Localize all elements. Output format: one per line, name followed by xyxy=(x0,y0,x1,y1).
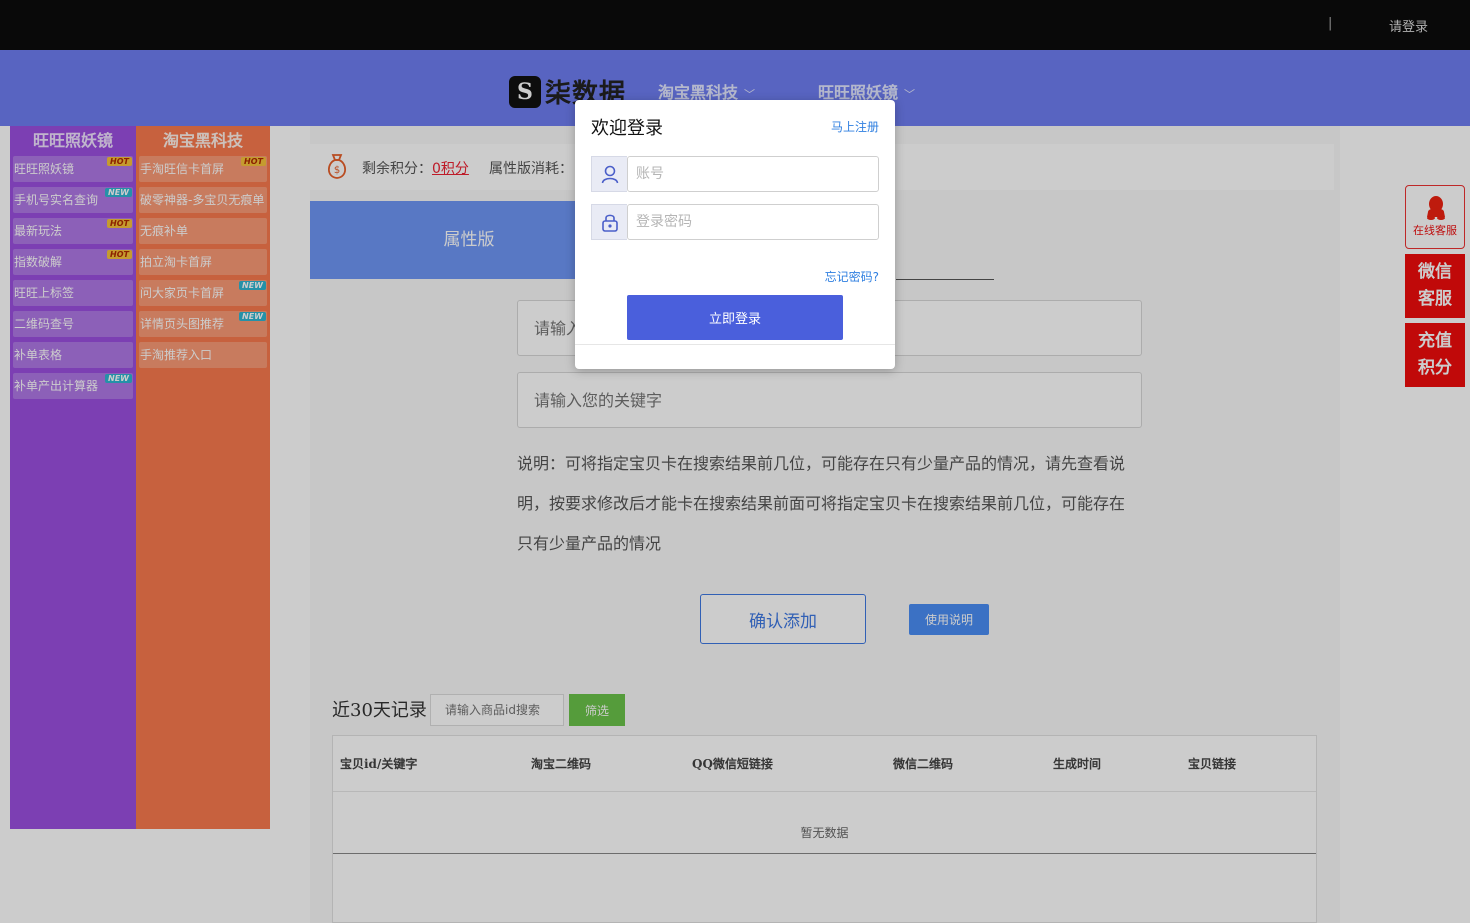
lock-icon xyxy=(591,204,627,240)
register-link[interactable]: 马上注册 xyxy=(831,118,879,135)
modal-title: 欢迎登录 xyxy=(591,118,663,139)
user-icon xyxy=(591,156,627,192)
password-row xyxy=(591,204,879,240)
login-modal: 欢迎登录 马上注册 忘记密码? 立即登录 xyxy=(575,100,895,369)
password-input[interactable] xyxy=(627,204,879,240)
forgot-password-link[interactable]: 忘记密码? xyxy=(825,268,879,285)
account-input[interactable] xyxy=(627,156,879,192)
modal-divider xyxy=(575,344,895,345)
login-submit-button[interactable]: 立即登录 xyxy=(627,295,843,340)
account-row xyxy=(591,156,879,192)
